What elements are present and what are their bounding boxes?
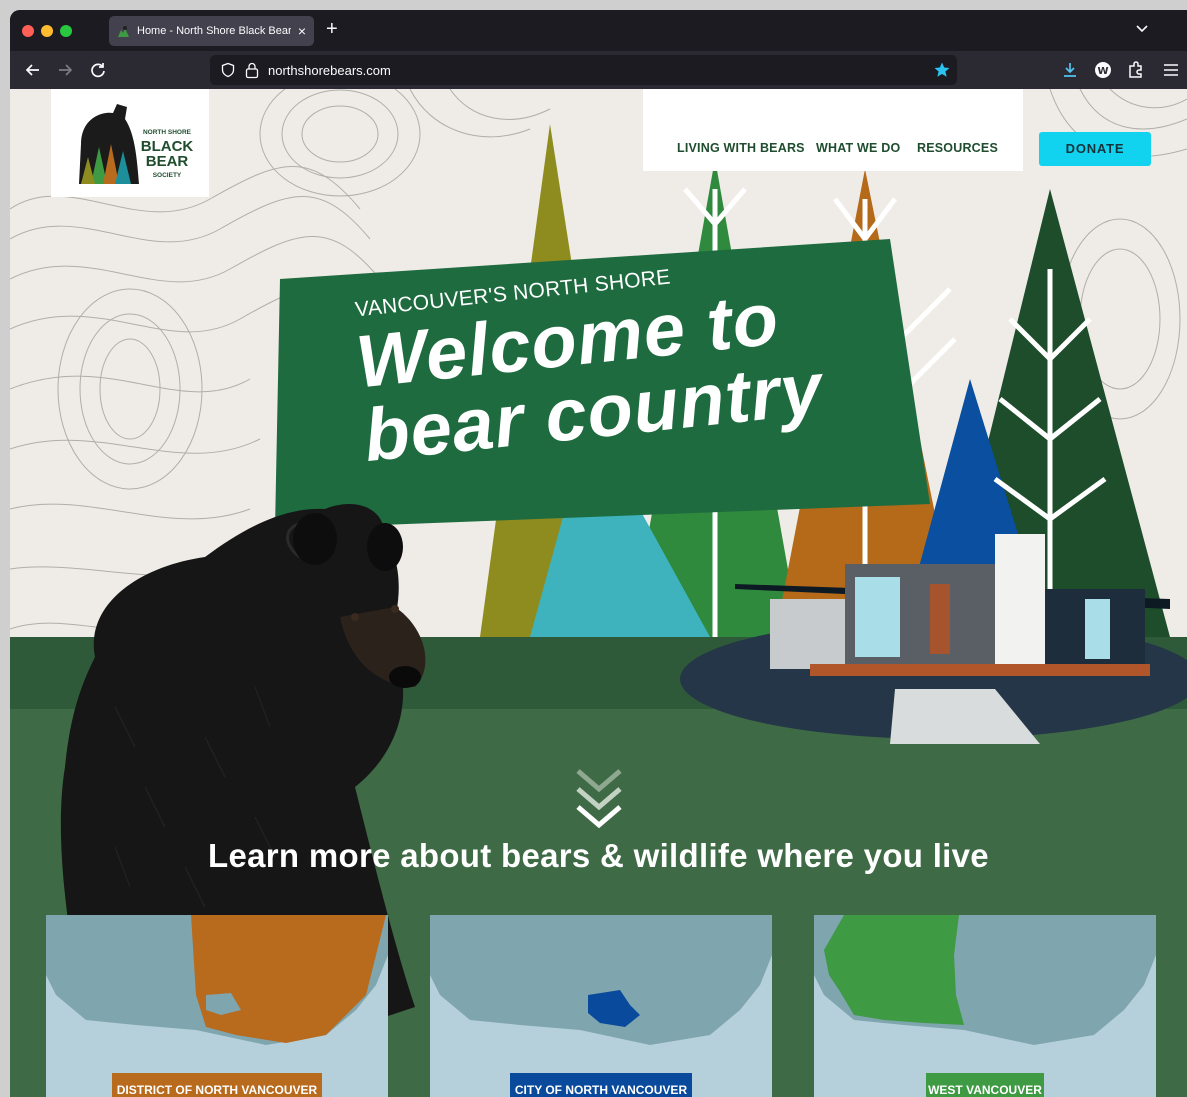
- chevron-down-icon[interactable]: [1135, 22, 1149, 36]
- west-map-icon: [814, 915, 1156, 1045]
- logo-line-3: BEAR: [146, 153, 189, 170]
- card-district-north-vancouver[interactable]: DISTRICT OF NORTH VANCOUVER: [46, 915, 388, 1097]
- scroll-down-chevrons-icon[interactable]: [576, 767, 622, 833]
- hamburger-menu-icon[interactable]: [1160, 59, 1182, 81]
- navigation-toolbar: northshorebears.com W: [10, 51, 1187, 89]
- tab-home[interactable]: Home - North Shore Black Bear ×: [109, 16, 314, 46]
- card-west-vancouver[interactable]: WEST VANCOUVER: [814, 915, 1156, 1097]
- downloads-icon[interactable]: [1059, 59, 1081, 81]
- learn-more-heading: Learn more about bears & wildlife where …: [208, 837, 989, 874]
- close-window-button[interactable]: [22, 25, 34, 37]
- district-map-icon: [46, 915, 388, 1045]
- nav-living-with-bears[interactable]: LIVING WITH BEARS: [677, 141, 805, 155]
- wordpress-extension-icon[interactable]: W: [1092, 59, 1114, 81]
- city-map-icon: [430, 915, 772, 1045]
- tab-strip: Home - North Shore Black Bear × +: [10, 10, 1187, 51]
- reload-icon[interactable]: [87, 59, 109, 81]
- card-label: WEST VANCOUVER: [926, 1073, 1044, 1097]
- nav-what-we-do[interactable]: WHAT WE DO: [816, 141, 900, 155]
- extensions-puzzle-icon[interactable]: [1125, 59, 1147, 81]
- bear-logo-icon: NORTH SHORE BLACK BEAR SOCIETY: [79, 104, 193, 184]
- lock-icon[interactable]: [244, 61, 260, 79]
- bookmark-star-icon[interactable]: [933, 61, 951, 79]
- browser-window: Home - North Shore Black Bear × + norths…: [10, 10, 1187, 1097]
- card-label: DISTRICT OF NORTH VANCOUVER: [112, 1073, 322, 1097]
- url-text: northshorebears.com: [268, 63, 391, 78]
- back-arrow-icon[interactable]: [22, 59, 44, 81]
- site-logo[interactable]: NORTH SHORE BLACK BEAR SOCIETY: [51, 89, 209, 197]
- card-city-north-vancouver[interactable]: CITY OF NORTH VANCOUVER: [430, 915, 772, 1097]
- minimize-window-button[interactable]: [41, 25, 53, 37]
- main-navigation: LIVING WITH BEARS WHAT WE DO RESOURCES: [643, 89, 1023, 171]
- tab-close-icon[interactable]: ×: [298, 23, 306, 39]
- shield-icon[interactable]: [220, 62, 236, 78]
- url-bar[interactable]: northshorebears.com: [210, 55, 957, 85]
- nav-resources[interactable]: RESOURCES: [917, 141, 998, 155]
- zoom-window-button[interactable]: [60, 25, 72, 37]
- card-label: CITY OF NORTH VANCOUVER: [510, 1073, 692, 1097]
- logo-line-4: SOCIETY: [153, 172, 182, 179]
- forward-arrow-icon[interactable]: [54, 59, 76, 81]
- logo-line-1: NORTH SHORE: [143, 129, 192, 136]
- bear-favicon-icon: [118, 25, 129, 37]
- donate-button[interactable]: DONATE: [1039, 132, 1151, 166]
- new-tab-button[interactable]: +: [326, 18, 338, 41]
- web-page: NORTH SHORE BLACK BEAR SOCIETY LIVING WI…: [10, 89, 1187, 1097]
- svg-text:W: W: [1097, 66, 1108, 77]
- tab-title: Home - North Shore Black Bear: [137, 25, 291, 37]
